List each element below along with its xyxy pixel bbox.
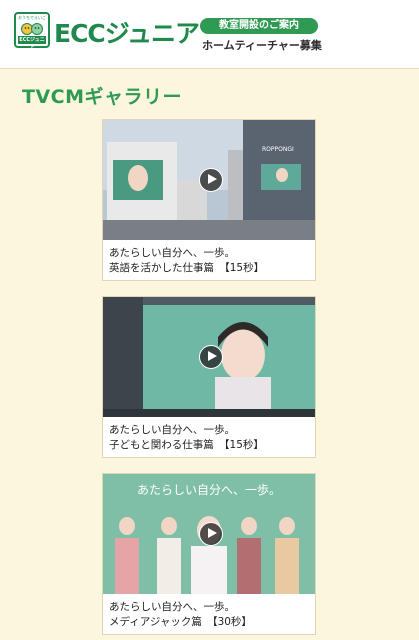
play-icon[interactable] <box>199 168 223 192</box>
video-overlay-text: あたらしい自分へ、一歩。 <box>137 482 281 497</box>
ecc-logo-icon[interactable]: おうちでえいご ECCジュニア <box>14 12 50 51</box>
video-caption: あたらしい自分へ、一歩。 英語を活かした仕事篇 【15秒】 <box>103 240 315 280</box>
brand-logo-text[interactable]: ECCジュニア <box>54 14 200 50</box>
play-icon[interactable] <box>199 522 223 546</box>
video-caption-line2: 子どもと関わる仕事篇 【15秒】 <box>109 439 264 451</box>
video-card[interactable]: ROPPONGI あたらしい自分へ、一歩。 英語を活かした仕事篇 【15秒】 <box>102 119 316 281</box>
school-opening-info-button[interactable]: 教室開設のご案内 <box>200 18 318 34</box>
video-card[interactable]: あたらしい自分へ、一歩。 あたらしい自分へ、一歩。 メディアジャック篇 【30秒… <box>102 473 316 635</box>
video-caption-line1: あたらしい自分へ、一歩。 <box>109 247 235 259</box>
home-teacher-recruit-link[interactable]: ホームティーチャー募集 <box>202 37 322 53</box>
logo-tagline: おうちでえいご <box>18 15 46 20</box>
video-card[interactable]: あたらしい自分へ、一歩。 子どもと関わる仕事篇 【15秒】 <box>102 296 316 458</box>
kids-faces-icon <box>21 23 43 35</box>
video-caption: あたらしい自分へ、一歩。 メディアジャック篇 【30秒】 <box>103 594 315 634</box>
page-title: TVCMギャラリー <box>22 86 183 108</box>
video-caption-line1: あたらしい自分へ、一歩。 <box>109 601 235 613</box>
video-thumbnail[interactable]: あたらしい自分へ、一歩。 <box>103 474 315 594</box>
logo-badge: ECCジュニア <box>18 36 46 51</box>
video-thumbnail[interactable]: ROPPONGI <box>103 120 315 240</box>
play-icon[interactable] <box>199 345 223 369</box>
video-caption-line2: メディアジャック篇 【30秒】 <box>109 616 252 628</box>
site-header: おうちでえいご ECCジュニア ECCジュニア 教室開設のご案内 ホームティーチ… <box>0 0 419 69</box>
video-caption-line2: 英語を活かした仕事篇 【15秒】 <box>109 262 265 274</box>
billboard-text: ROPPONGI <box>262 146 294 153</box>
video-thumbnail[interactable] <box>103 297 315 417</box>
video-caption-line1: あたらしい自分へ、一歩。 <box>109 424 235 436</box>
video-caption: あたらしい自分へ、一歩。 子どもと関わる仕事篇 【15秒】 <box>103 417 315 457</box>
